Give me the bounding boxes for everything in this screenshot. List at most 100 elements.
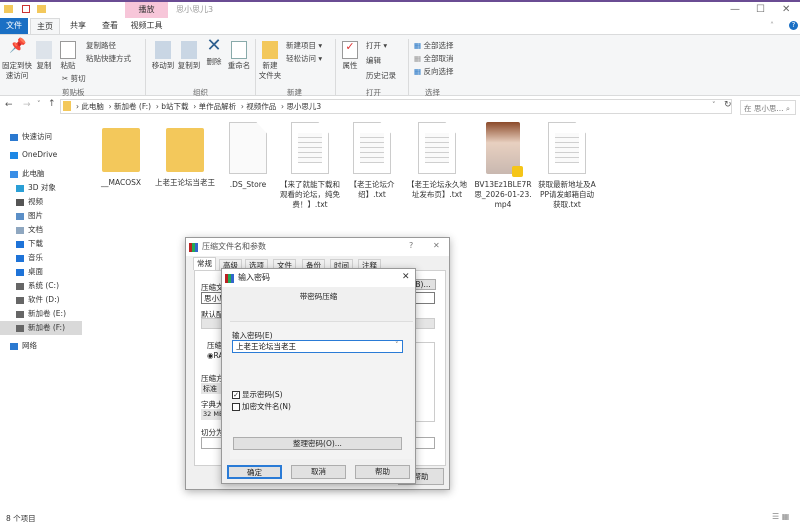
sidebar-icon (10, 342, 18, 350)
forward-icon[interactable]: → (23, 100, 31, 110)
organize-passwords-button[interactable]: 整理密码(O)... (233, 437, 402, 450)
sidebar-item[interactable]: 3D 对象 (0, 181, 82, 195)
sidebar-item[interactable]: 下载 (0, 237, 82, 251)
tab-video-tools[interactable]: 视频工具 (125, 18, 168, 34)
file-item[interactable]: 上老王论坛当老王 (155, 122, 215, 188)
new-item-button[interactable]: 新建项目 ▾ (286, 40, 322, 51)
sidebar-icon (16, 198, 24, 206)
file-name: .DS_Store (229, 180, 267, 189)
file-name: __MACOSX (100, 178, 141, 187)
help-button[interactable]: 帮助 (355, 465, 410, 479)
encrypt-filenames-checkbox[interactable]: 加密文件名(N) (232, 401, 291, 412)
breadcrumb-item[interactable]: 思小思儿3 (286, 102, 321, 111)
sidebar-item[interactable]: 网络 (0, 339, 82, 353)
open-button[interactable]: 打开 ▾ (366, 40, 387, 51)
help-icon[interactable]: ? (789, 21, 798, 30)
file-item[interactable]: 【老王论坛介绍】.txt (342, 122, 402, 200)
sidebar-icon (10, 170, 18, 178)
view-toggle-icons[interactable]: ☰ ▦ (772, 512, 789, 521)
show-password-checkbox[interactable]: ✓ 显示密码(S) (232, 389, 283, 400)
sidebar-item[interactable]: 音乐 (0, 251, 82, 265)
breadcrumb-item[interactable]: b站下载 (161, 102, 188, 111)
tab-view[interactable]: 查看 (96, 18, 124, 34)
breadcrumb-item[interactable]: 单作品解析 (199, 102, 237, 111)
sidebar-item[interactable]: 新加卷 (E:) (0, 307, 82, 321)
sidebar-item[interactable]: 文档 (0, 223, 82, 237)
file-item[interactable]: 【来了就能下载和观看的论坛，纯免费！】.txt (280, 122, 340, 210)
copy-path-button[interactable]: 复制路径 (86, 40, 116, 51)
ok-button[interactable]: 确定 (227, 465, 282, 479)
move-to-button[interactable]: 移动到 (150, 41, 176, 71)
sidebar-icon (16, 324, 24, 332)
sidebar-item-label: 视频 (28, 197, 43, 206)
separator (335, 39, 336, 95)
text-file-icon (418, 122, 456, 174)
maximize-button[interactable]: ☐ (756, 4, 765, 15)
help-icon[interactable]: ? (409, 241, 413, 250)
context-tab-play[interactable]: 播放 (125, 2, 168, 18)
properties-button[interactable]: ✓ 属性 (340, 41, 360, 71)
sidebar-item[interactable]: 视频 (0, 195, 82, 209)
sidebar-item-label: 系统 (C:) (28, 281, 59, 290)
breadcrumb-item[interactable]: 此电脑 (81, 102, 104, 111)
rename-button[interactable]: 重命名 (226, 41, 252, 71)
sidebar-item[interactable]: 软件 (D:) (0, 293, 82, 307)
tab-share[interactable]: 共享 (64, 18, 92, 34)
edit-button[interactable]: 编辑 (366, 55, 381, 66)
copy-to-button[interactable]: 复制到 (176, 41, 202, 71)
sidebar-item[interactable]: 桌面 (0, 265, 82, 279)
properties-quick-icon[interactable] (22, 5, 30, 13)
search-input[interactable]: 在 思小思... ⌕ (740, 100, 796, 115)
sidebar-icon (10, 133, 18, 141)
file-item[interactable]: __MACOSX (91, 122, 151, 188)
select-none-button[interactable]: ▦ 全部取消 (414, 53, 453, 64)
password-input[interactable]: 上老王论坛当老王 (232, 340, 403, 353)
collapse-ribbon-icon[interactable]: ˄ (770, 21, 774, 30)
sidebar-icon (16, 296, 24, 304)
cancel-button[interactable]: 取消 (291, 465, 346, 479)
dialog-close-button[interactable]: ✕ (402, 272, 410, 282)
grid-icon: ▦ (414, 67, 422, 76)
new-folder-quick-icon[interactable] (37, 5, 46, 13)
grid-icon: ▦ (414, 41, 422, 50)
breadcrumb-item[interactable]: 新加卷 (F:) (114, 102, 151, 111)
sidebar-item[interactable]: 快速访问 (0, 130, 82, 144)
up-icon[interactable]: ↑ (48, 99, 56, 109)
file-item[interactable]: 【老王论坛永久地址发布页】.txt (407, 122, 467, 200)
recent-chevron-icon[interactable]: ˅ (37, 100, 41, 108)
text-file-icon (291, 122, 329, 174)
paste-button[interactable]: 粘贴 (58, 41, 78, 71)
back-icon[interactable]: ← (5, 100, 13, 110)
cut-button[interactable]: ✂ 剪切 (62, 73, 86, 84)
file-item[interactable]: BV13Ez1BLE7R思_2026-01-23.mp4 (473, 122, 533, 210)
sidebar-item[interactable]: 图片 (0, 209, 82, 223)
sidebar-item[interactable]: 此电脑 (0, 167, 82, 181)
sidebar-item[interactable]: OneDrive (0, 148, 82, 162)
tab-home[interactable]: 主页 (30, 18, 60, 34)
select-all-button[interactable]: ▦ 全部选择 (414, 40, 453, 51)
breadcrumb-item[interactable]: 视频作品 (246, 102, 276, 111)
play-badge-icon (512, 166, 523, 177)
pin-quick-access-button[interactable]: 📌 固定到快速访问 (2, 39, 32, 81)
sidebar-item-label: 快速访问 (22, 132, 52, 141)
file-item[interactable]: .DS_Store (218, 122, 278, 190)
paste-shortcut-button[interactable]: 粘贴快捷方式 (86, 53, 131, 64)
file-item[interactable]: 获取最新地址及APP请发邮箱自动获取.txt (537, 122, 597, 210)
address-dropdown-icon[interactable]: ˅ (712, 101, 716, 109)
refresh-icon[interactable]: ↻ (724, 100, 732, 110)
new-folder-button[interactable]: 新建 文件夹 (258, 41, 282, 81)
delete-button[interactable]: ✕ 删除 (204, 37, 224, 67)
tab-general[interactable]: 常规 (193, 257, 216, 270)
easy-access-button[interactable]: 轻松访问 ▾ (286, 53, 322, 64)
dialog-close-button[interactable]: ✕ (433, 241, 440, 250)
invert-selection-button[interactable]: ▦ 反向选择 (414, 66, 453, 77)
tab-file[interactable]: 文件 (0, 18, 28, 34)
sidebar-item[interactable]: 系统 (C:) (0, 279, 82, 293)
title-bar (0, 2, 800, 18)
chevron-down-icon[interactable]: ˅ (395, 341, 399, 349)
history-button[interactable]: 历史记录 (366, 70, 396, 81)
sidebar-item[interactable]: 新加卷 (F:) (0, 321, 82, 335)
close-button[interactable]: ✕ (782, 4, 790, 15)
copy-button[interactable]: 复制 (34, 41, 54, 71)
minimize-button[interactable]: — (730, 4, 740, 15)
